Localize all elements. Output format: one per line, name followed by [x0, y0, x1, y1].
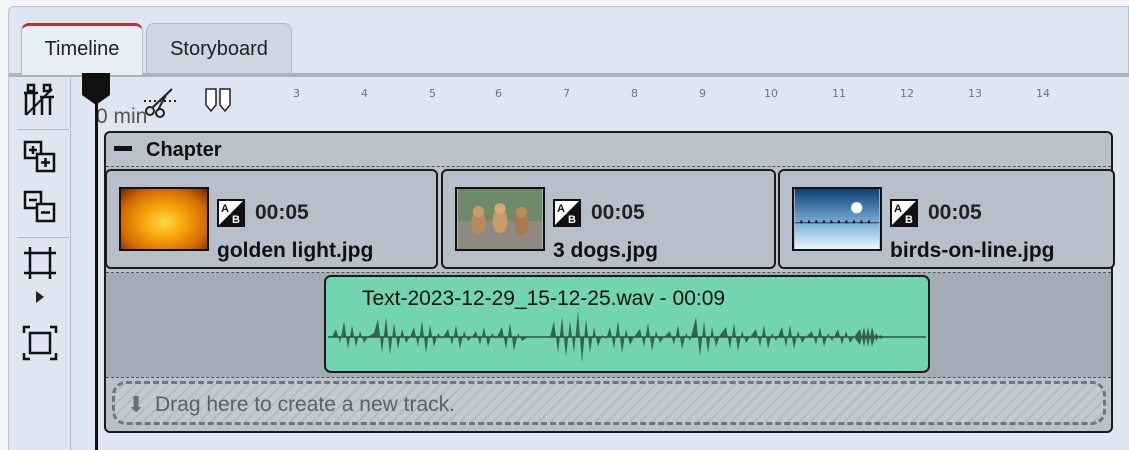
clip-duration: 00:05 [591, 201, 645, 224]
submenu-arrow-icon[interactable] [36, 291, 44, 303]
clip-thumbnail [119, 187, 209, 251]
tick-label: 7 [563, 87, 570, 100]
svg-text:A: A [557, 203, 565, 215]
tick-label: 3 [293, 87, 300, 100]
transition-icon[interactable]: A B [553, 199, 581, 227]
remove-zoom-icon[interactable] [22, 189, 58, 225]
svg-text:B: B [568, 214, 576, 226]
transition-icon[interactable]: A B [217, 199, 245, 227]
clip-name: golden light.jpg [217, 239, 374, 262]
scissors-icon[interactable] [142, 83, 178, 119]
marker-icon[interactable] [204, 87, 232, 113]
split-tracks-icon[interactable] [22, 83, 58, 119]
clip-name: 3 dogs.jpg [553, 239, 658, 262]
drop-zone-text: Drag here to create a new track. [155, 393, 455, 416]
svg-text:A: A [894, 203, 902, 215]
left-toolbar [9, 77, 71, 450]
timeline-area[interactable]: 2 3 4 5 6 7 8 9 10 11 12 13 14 0 min [72, 73, 1129, 450]
tick-label: 9 [699, 87, 706, 100]
new-track-drop-zone[interactable]: ⬇ Drag here to create a new track. [112, 381, 1106, 425]
audio-waveform [328, 311, 926, 363]
chapter-container[interactable]: Chapter A B 00:05 golden light.jpg A B 0… [104, 131, 1115, 433]
audio-clip[interactable]: Text-2023-12-29_15-12-25.wav - 00:09 [324, 275, 930, 373]
svg-text:B: B [232, 214, 240, 226]
playhead-handle[interactable] [80, 73, 112, 107]
transition-icon[interactable]: A B [890, 199, 918, 227]
timeline-window: Timeline Storyboard 3 4 5 6 7 8 9 10 11 … [8, 6, 1129, 450]
fit-frame-icon[interactable] [22, 245, 58, 281]
chapter-header[interactable]: Chapter [106, 133, 1111, 167]
collapse-icon[interactable] [114, 146, 132, 151]
tick-label: 11 [832, 87, 846, 100]
tick-label: 14 [1036, 87, 1050, 100]
tick-label: 13 [968, 87, 982, 100]
tick-label: 8 [631, 87, 638, 100]
toolbar-separator [17, 237, 69, 238]
playhead-line[interactable] [95, 87, 98, 450]
time-unit-label: 0 min [96, 105, 148, 128]
image-clip[interactable]: A B 00:05 3 dogs.jpg [441, 169, 776, 269]
time-ruler[interactable]: 2 3 4 5 6 7 8 9 10 11 12 13 14 0 min [72, 77, 1129, 128]
tick-label: 4 [361, 87, 368, 100]
chapter-title: Chapter [146, 139, 222, 161]
clip-duration: 00:05 [255, 201, 309, 224]
clip-name: birds-on-line.jpg [890, 239, 1055, 262]
fit-view-icon[interactable] [22, 325, 58, 361]
tab-timeline[interactable]: Timeline [21, 23, 143, 75]
clip-thumbnail [792, 187, 882, 251]
audio-track[interactable]: Text-2023-12-29_15-12-25.wav - 00:09 [106, 273, 1111, 377]
toolbar-separator [17, 129, 69, 130]
tab-storyboard[interactable]: Storyboard [146, 23, 292, 73]
tick-label: 12 [900, 87, 914, 100]
svg-text:B: B [905, 214, 913, 226]
tick-label: 5 [429, 87, 436, 100]
divider [106, 166, 1111, 167]
image-clip[interactable]: A B 00:05 golden light.jpg [105, 169, 438, 269]
tick-label: 10 [764, 87, 778, 100]
arrow-down-icon: ⬇ [127, 392, 146, 417]
image-clip[interactable]: A B 00:05 birds-on-line.jpg [778, 169, 1115, 269]
clip-thumbnail [455, 187, 545, 251]
svg-text:A: A [221, 203, 229, 215]
add-zoom-icon[interactable] [22, 139, 58, 175]
clip-duration: 00:05 [928, 201, 982, 224]
tick-label: 6 [495, 87, 502, 100]
divider [106, 377, 1111, 378]
